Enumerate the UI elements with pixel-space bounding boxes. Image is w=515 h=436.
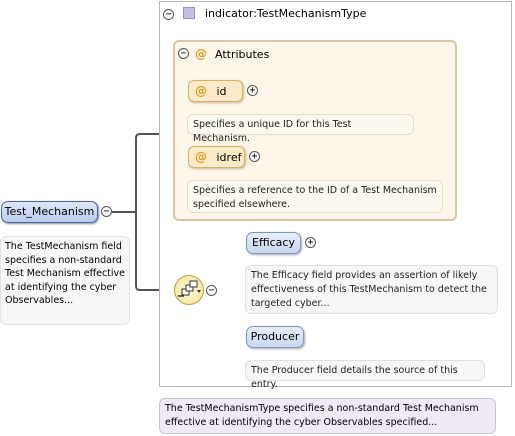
attribute-idref-expand-toggle[interactable]: + xyxy=(249,151,260,162)
root-element-description: The TestMechanism field specifies a non-… xyxy=(0,236,130,325)
attribute-at-icon: @ xyxy=(195,84,207,98)
type-collapse-toggle[interactable]: − xyxy=(163,9,174,20)
element-producer[interactable]: Producer xyxy=(246,326,304,348)
efficacy-expand-toggle[interactable]: + xyxy=(305,237,316,248)
attribute-idref[interactable]: @ idref xyxy=(188,146,245,168)
sequence-compositor-node[interactable] xyxy=(174,275,204,305)
type-description: The TestMechanismType specifies a non-st… xyxy=(159,398,496,434)
attribute-at-icon: @ xyxy=(195,150,207,164)
attributes-title: Attributes xyxy=(215,48,270,61)
attribute-id-description: Specifies a unique ID for this Test Mech… xyxy=(187,114,414,144)
type-title: indicator:TestMechanismType xyxy=(205,7,367,20)
attributes-collapse-toggle[interactable]: − xyxy=(178,48,189,59)
attribute-idref-label: idref xyxy=(216,151,242,164)
attribute-id[interactable]: @ id xyxy=(188,80,243,102)
sequence-collapse-toggle[interactable]: − xyxy=(206,285,217,296)
attributes-at-icon: @ xyxy=(195,47,207,61)
complex-type-icon xyxy=(183,7,195,19)
producer-description: The Producer field details the source of… xyxy=(245,360,485,390)
efficacy-description: The Efficacy field provides an assertion… xyxy=(245,265,498,314)
attribute-id-label: id xyxy=(216,85,227,98)
sequence-icon xyxy=(178,280,201,297)
attribute-idref-description: Specifies a reference to the ID of a Tes… xyxy=(187,180,443,213)
attribute-id-expand-toggle[interactable]: + xyxy=(247,85,258,96)
element-efficacy[interactable]: Efficacy xyxy=(246,232,301,254)
root-collapse-toggle[interactable]: − xyxy=(101,206,112,217)
root-element-test-mechanism[interactable]: Test_Mechanism xyxy=(1,201,98,223)
